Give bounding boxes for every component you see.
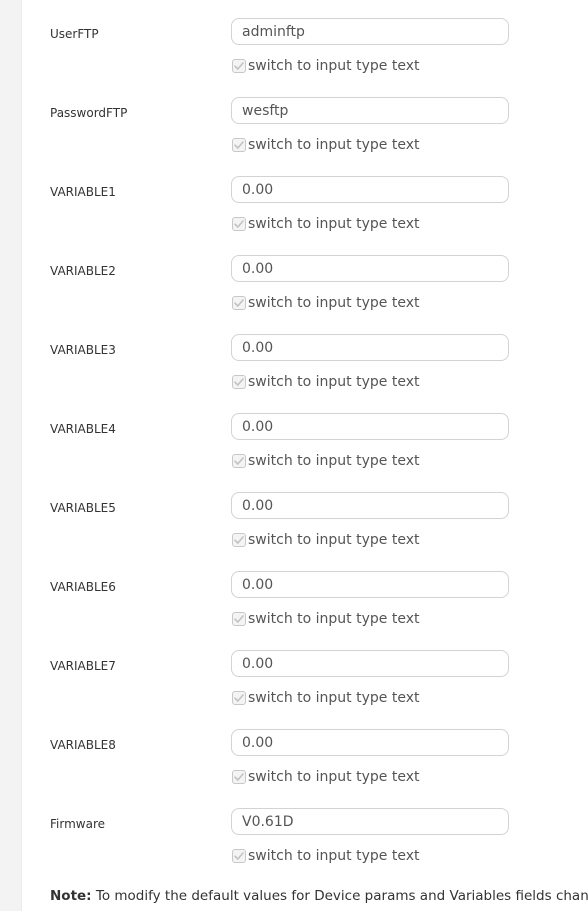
device-params-form: UserFTP switch to input type text Passwo… xyxy=(21,0,588,911)
form-row-variable3: VARIABLE3 switch to input type text xyxy=(21,334,588,413)
field-input-passwordftp[interactable] xyxy=(231,97,509,124)
form-row-passwordftp: PasswordFTP switch to input type text xyxy=(21,97,588,176)
toggle-label: switch to input type text xyxy=(248,216,420,232)
field-input-firmware[interactable] xyxy=(231,808,509,835)
field-label: VARIABLE1 xyxy=(50,185,116,199)
checkbox[interactable] xyxy=(232,375,246,389)
switch-input-type-toggle[interactable]: switch to input type text xyxy=(231,609,419,629)
field-label: VARIABLE6 xyxy=(50,580,116,594)
checkbox[interactable] xyxy=(232,612,246,626)
toggle-label: switch to input type text xyxy=(248,532,420,548)
checkbox[interactable] xyxy=(232,138,246,152)
field-input-variable6[interactable] xyxy=(231,571,509,598)
switch-input-type-toggle[interactable]: switch to input type text xyxy=(231,372,419,392)
switch-input-type-toggle[interactable]: switch to input type text xyxy=(231,293,419,313)
form-row-userftp: UserFTP switch to input type text xyxy=(21,18,588,97)
check-icon xyxy=(234,220,244,228)
toggle-label: switch to input type text xyxy=(248,611,420,627)
switch-input-type-toggle[interactable]: switch to input type text xyxy=(231,530,419,550)
form-row-variable4: VARIABLE4 switch to input type text xyxy=(21,413,588,492)
toggle-label: switch to input type text xyxy=(248,295,420,311)
toggle-label: switch to input type text xyxy=(248,453,420,469)
field-label: VARIABLE4 xyxy=(50,422,116,436)
switch-input-type-toggle[interactable]: switch to input type text xyxy=(231,214,419,234)
check-icon xyxy=(234,773,244,781)
field-label: Firmware xyxy=(50,817,105,831)
form-row-variable6: VARIABLE6 switch to input type text xyxy=(21,571,588,650)
checkbox[interactable] xyxy=(232,217,246,231)
toggle-label: switch to input type text xyxy=(248,848,420,864)
field-label: PasswordFTP xyxy=(50,106,128,120)
form-row-variable5: VARIABLE5 switch to input type text xyxy=(21,492,588,571)
checkbox[interactable] xyxy=(232,533,246,547)
switch-input-type-toggle[interactable]: switch to input type text xyxy=(231,688,419,708)
toggle-label: switch to input type text xyxy=(248,58,420,74)
toggle-label: switch to input type text xyxy=(248,690,420,706)
field-label: VARIABLE8 xyxy=(50,738,116,752)
switch-input-type-toggle[interactable]: switch to input type text xyxy=(231,846,419,866)
switch-input-type-toggle[interactable]: switch to input type text xyxy=(231,451,419,471)
checkbox[interactable] xyxy=(232,849,246,863)
field-input-variable8[interactable] xyxy=(231,729,509,756)
field-input-variable2[interactable] xyxy=(231,255,509,282)
note-text: Note: To modify the default values for D… xyxy=(50,886,588,906)
toggle-label: switch to input type text xyxy=(248,137,420,153)
checkbox[interactable] xyxy=(232,691,246,705)
left-sidebar-rail xyxy=(0,0,22,911)
check-icon xyxy=(234,299,244,307)
checkbox[interactable] xyxy=(232,770,246,784)
checkbox[interactable] xyxy=(232,59,246,73)
checkbox[interactable] xyxy=(232,454,246,468)
field-label: UserFTP xyxy=(50,27,99,41)
checkbox[interactable] xyxy=(232,296,246,310)
note-prefix: Note: xyxy=(50,888,92,904)
field-input-userftp[interactable] xyxy=(231,18,509,45)
field-input-variable5[interactable] xyxy=(231,492,509,519)
field-input-variable3[interactable] xyxy=(231,334,509,361)
switch-input-type-toggle[interactable]: switch to input type text xyxy=(231,767,419,787)
check-icon xyxy=(234,62,244,70)
form-row-variable2: VARIABLE2 switch to input type text xyxy=(21,255,588,334)
switch-input-type-toggle[interactable]: switch to input type text xyxy=(231,135,419,155)
toggle-label: switch to input type text xyxy=(248,374,420,390)
check-icon xyxy=(234,536,244,544)
field-label: VARIABLE5 xyxy=(50,501,116,515)
form-row-firmware: Firmware switch to input type text xyxy=(21,808,588,887)
check-icon xyxy=(234,378,244,386)
check-icon xyxy=(234,457,244,465)
check-icon xyxy=(234,852,244,860)
toggle-label: switch to input type text xyxy=(248,769,420,785)
form-row-variable1: VARIABLE1 switch to input type text xyxy=(21,176,588,255)
check-icon xyxy=(234,141,244,149)
switch-input-type-toggle[interactable]: switch to input type text xyxy=(231,56,419,76)
form-row-variable7: VARIABLE7 switch to input type text xyxy=(21,650,588,729)
form-row-variable8: VARIABLE8 switch to input type text xyxy=(21,729,588,808)
field-input-variable4[interactable] xyxy=(231,413,509,440)
note-body: To modify the default values for Device … xyxy=(95,888,588,904)
field-label: VARIABLE3 xyxy=(50,343,116,357)
field-label: VARIABLE2 xyxy=(50,264,116,278)
field-input-variable7[interactable] xyxy=(231,650,509,677)
check-icon xyxy=(234,615,244,623)
check-icon xyxy=(234,694,244,702)
field-label: VARIABLE7 xyxy=(50,659,116,673)
field-input-variable1[interactable] xyxy=(231,176,509,203)
